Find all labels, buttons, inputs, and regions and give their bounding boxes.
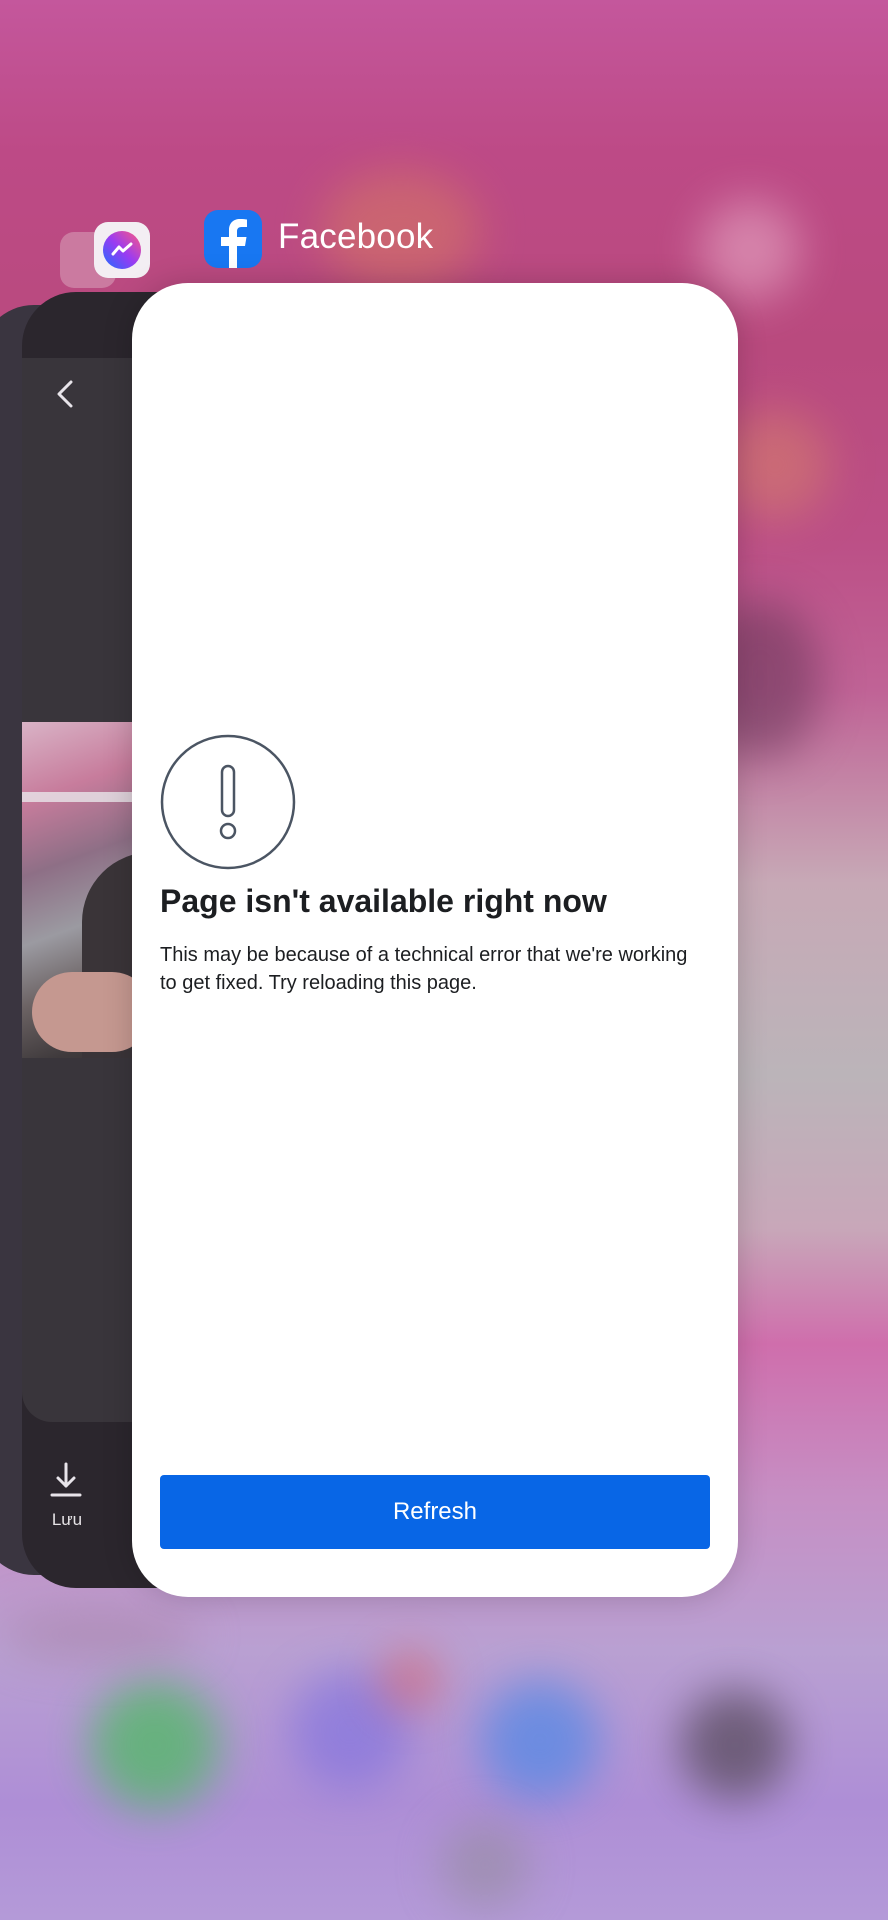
messenger-bubble-icon [103, 231, 141, 269]
messenger-icon[interactable] [94, 222, 150, 278]
error-message: This may be because of a technical error… [160, 944, 688, 994]
wallpaper-blob [90, 1680, 220, 1810]
save-label[interactable]: Lưu [22, 1510, 112, 1530]
download-icon[interactable] [50, 1462, 82, 1498]
chevron-left-icon[interactable] [46, 374, 86, 414]
wallpaper-blob [0, 1610, 200, 1660]
app-title: Facebook [278, 217, 434, 256]
wallpaper-blob [380, 1650, 440, 1710]
wallpaper-blob [680, 1690, 790, 1800]
wallpaper-blob [700, 200, 800, 300]
error-title: Page isn't available right now [160, 883, 607, 919]
wallpaper-blob [440, 1820, 530, 1910]
refresh-button[interactable]: Refresh [160, 1475, 710, 1549]
facebook-icon[interactable] [204, 210, 262, 268]
alert-circle-icon [160, 734, 296, 870]
facebook-app-card[interactable]: Page isn't available right now This may … [132, 283, 738, 1597]
wallpaper-blob [480, 1680, 600, 1800]
